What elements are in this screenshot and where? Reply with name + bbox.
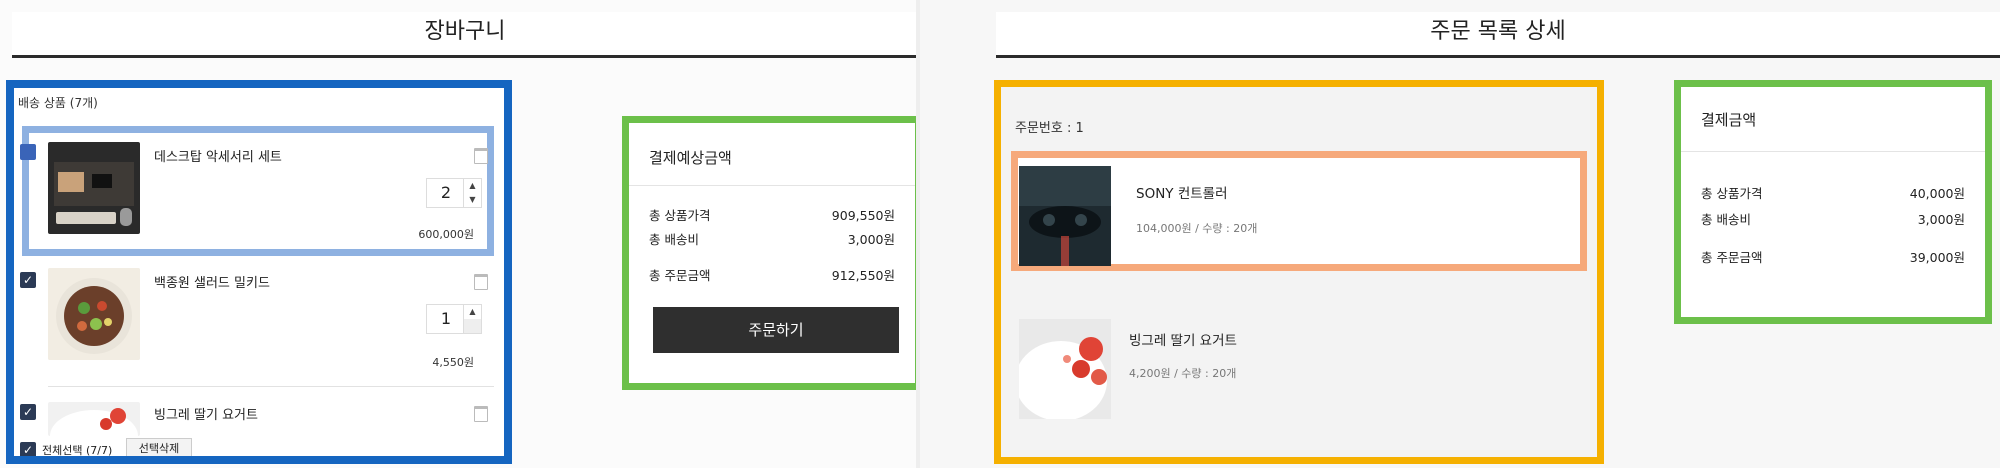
delete-selected-button[interactable]: 선택삭제 <box>126 438 192 456</box>
payment-summary: 결제금액 총 상품가격 40,000원 총 배송비 3,000원 총 주문금액 … <box>1674 80 1992 324</box>
item-checkbox[interactable] <box>20 144 36 160</box>
item-name[interactable]: 데스크탑 악세서리 세트 <box>154 146 282 165</box>
order-item: 빙그레 딸기 요거트 4,200원 / 수량 : 20개 <box>1011 319 1587 439</box>
checkmark-icon: ✓ <box>22 443 34 457</box>
summary-label: 총 주문금액 <box>649 268 711 283</box>
item-checkbox[interactable]: ✓ <box>20 404 36 420</box>
select-all-checkbox[interactable]: ✓ <box>20 442 36 457</box>
item-divider <box>48 386 494 387</box>
stepper-arrows[interactable]: ▲ ▼ <box>463 179 481 207</box>
summary-label: 총 상품가격 <box>1701 186 1763 201</box>
cart-footer: ✓ 전체선택 (7/7) 선택삭제 <box>14 436 504 457</box>
trash-icon[interactable] <box>474 274 488 290</box>
item-price: 4,550원 <box>432 356 474 369</box>
summary-label: 총 상품가격 <box>649 208 711 223</box>
arrow-down-icon[interactable] <box>464 319 481 333</box>
cart-item: 데스크탑 악세서리 세트 2 ▲ ▼ 600,000원 <box>14 126 504 256</box>
summary-value: 909,550원 <box>831 208 895 223</box>
cart-title-bar: 장바구니 <box>12 12 918 58</box>
cart-panel: 장바구니 배송 상품 (7개) 데스크탑 악세서리 세트 2 ▲ ▼ 600,0… <box>0 0 920 468</box>
summary-value: 40,000원 <box>1909 186 1965 201</box>
order-list: 주문번호 : 1 SONY 컨트롤러 104,000원 / 수량 : 20개 빙… <box>994 80 1604 464</box>
order-item-meta: 104,000원 / 수량 : 20개 <box>1136 222 1258 235</box>
order-button[interactable]: 주문하기 <box>653 307 899 353</box>
summary-title: 결제예상금액 <box>649 149 732 167</box>
strawberry-yogurt-photo <box>1019 319 1111 419</box>
page-title: 주문 목록 상세 <box>1430 19 1566 44</box>
item-name[interactable]: 빙그레 딸기 요거트 <box>154 404 258 423</box>
summary-value: 39,000원 <box>1909 250 1965 265</box>
summary-divider <box>1681 151 1985 152</box>
quantity-value[interactable]: 1 <box>427 305 465 333</box>
checkmark-icon: ✓ <box>22 273 34 287</box>
cart-summary: 결제예상금액 총 상품가격 909,550원 총 배송비 3,000원 총 주문… <box>622 116 920 390</box>
page-title: 장바구니 <box>424 19 506 44</box>
checkmark-icon: ✓ <box>22 405 34 419</box>
summary-value: 3,000원 <box>1917 212 1965 227</box>
cart-item: ✓ 빙그레 딸기 요거트 <box>14 394 504 436</box>
item-price: 600,000원 <box>418 228 474 241</box>
arrow-up-icon[interactable]: ▲ <box>464 179 481 193</box>
quantity-value[interactable]: 2 <box>427 179 465 207</box>
trash-icon[interactable] <box>474 148 488 164</box>
order-item-name[interactable]: 빙그레 딸기 요거트 <box>1129 329 1237 349</box>
order-item: SONY 컨트롤러 104,000원 / 수량 : 20개 <box>1011 151 1587 271</box>
cart-list: 배송 상품 (7개) 데스크탑 악세서리 세트 2 ▲ ▼ 600,000원 ✓… <box>6 80 512 464</box>
trash-icon[interactable] <box>474 406 488 422</box>
desk-accessory-photo <box>48 142 140 234</box>
order-item-name[interactable]: SONY 컨트롤러 <box>1136 182 1228 202</box>
strawberry-yogurt-photo <box>48 402 140 436</box>
summary-value: 3,000원 <box>847 232 895 247</box>
order-item-meta: 4,200원 / 수량 : 20개 <box>1129 367 1237 380</box>
controller-photo <box>1019 166 1111 266</box>
item-checkbox[interactable]: ✓ <box>20 272 36 288</box>
quantity-stepper[interactable]: 1 ▲ <box>426 304 482 334</box>
salad-photo <box>48 268 140 360</box>
cart-item: ✓ 백종원 샐러드 밀키드 1 ▲ 4,550원 <box>14 256 504 381</box>
summary-title: 결제금액 <box>1701 111 1757 129</box>
summary-label: 총 배송비 <box>1701 212 1751 227</box>
summary-value: 912,550원 <box>831 268 895 283</box>
summary-label: 총 배송비 <box>649 232 699 247</box>
order-number: 주문번호 : 1 <box>1015 121 1084 136</box>
item-name[interactable]: 백종원 샐러드 밀키드 <box>154 272 270 291</box>
arrow-down-icon[interactable]: ▼ <box>464 193 481 207</box>
cart-header: 배송 상품 (7개) <box>18 96 98 110</box>
summary-divider <box>629 185 915 186</box>
select-all-label[interactable]: 전체선택 (7/7) <box>42 442 112 456</box>
stepper-arrows[interactable]: ▲ <box>463 305 481 333</box>
arrow-up-icon[interactable]: ▲ <box>464 305 481 319</box>
summary-label: 총 주문금액 <box>1701 250 1763 265</box>
order-title-bar: 주문 목록 상세 <box>996 12 2000 58</box>
quantity-stepper[interactable]: 2 ▲ ▼ <box>426 178 482 208</box>
